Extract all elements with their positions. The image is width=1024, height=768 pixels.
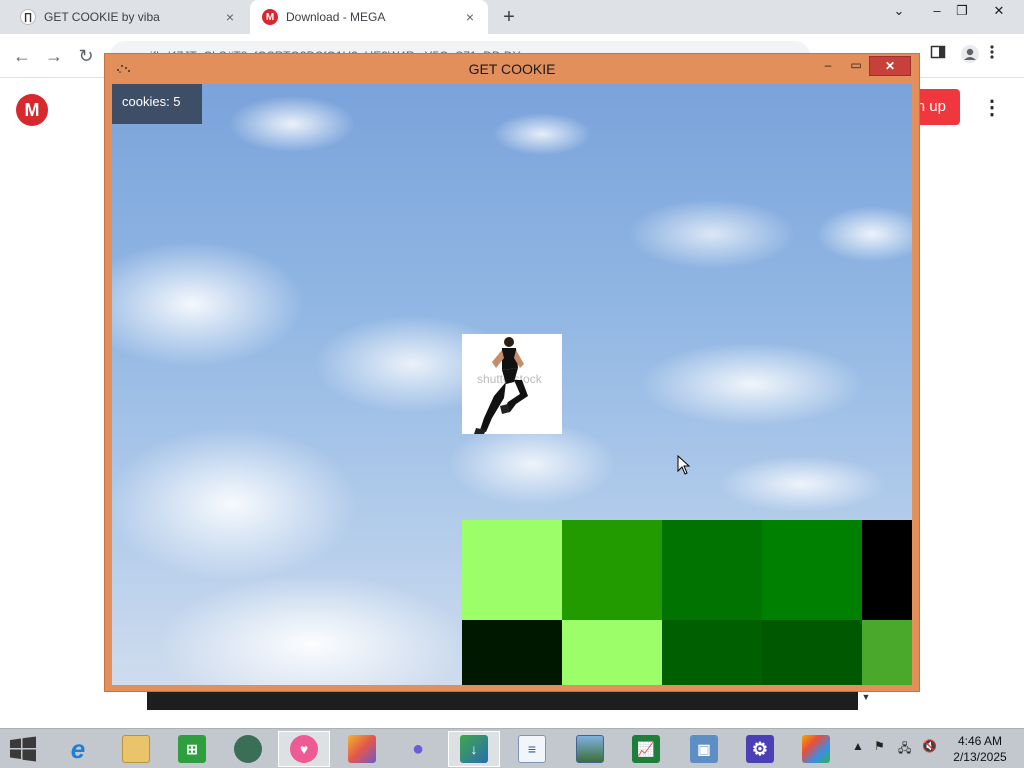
tab-search-icon[interactable]: ⌄ bbox=[882, 0, 916, 24]
game-maximize-button[interactable]: ▭ bbox=[845, 56, 867, 76]
notes-list-icon[interactable]: ≡ bbox=[506, 731, 558, 767]
mega-menu-icon[interactable]: ⋮ bbox=[980, 96, 1004, 120]
game-titlebar[interactable]: GET COOKIE – ▭ ✕ bbox=[105, 54, 919, 84]
side-panel-icon[interactable] bbox=[926, 44, 950, 68]
windows-start-icon[interactable] bbox=[8, 736, 40, 762]
clock-date: 2/13/2025 bbox=[953, 750, 1007, 764]
ground-tile bbox=[462, 620, 562, 685]
back-button[interactable]: ← bbox=[10, 44, 34, 68]
ground-tile bbox=[662, 620, 762, 685]
action-center-flag-icon[interactable]: ⚑ bbox=[874, 739, 885, 753]
network-app-icon[interactable]: ▣ bbox=[678, 731, 730, 767]
mega-logo[interactable]: M bbox=[16, 94, 48, 126]
store-icon[interactable]: ⊞ bbox=[166, 731, 218, 767]
photos-icon[interactable] bbox=[564, 731, 616, 767]
ground-tile bbox=[462, 520, 562, 620]
mouse-cursor-icon bbox=[677, 455, 691, 475]
new-tab-button[interactable]: + bbox=[498, 6, 520, 28]
browser-menu-icon[interactable] bbox=[980, 44, 1004, 68]
clock-time: 4:46 AM bbox=[957, 734, 1003, 748]
tab-title: GET COOKIE by viba bbox=[44, 10, 160, 24]
volume-muted-icon[interactable]: 🔇 bbox=[922, 739, 937, 753]
system-clock[interactable]: 4:46 AM 2/13/2025 bbox=[948, 733, 1012, 765]
tab-title: Download - MEGA bbox=[286, 10, 386, 24]
tab-mega-download[interactable]: M Download - MEGA × bbox=[250, 0, 488, 34]
player-sprite: shutterstock bbox=[462, 334, 562, 434]
download-manager-icon[interactable]: ↓ bbox=[448, 731, 500, 767]
scroll-down-arrow-icon[interactable]: ▼ bbox=[858, 692, 874, 708]
ground-tile bbox=[862, 620, 912, 685]
game-title: GET COOKIE bbox=[468, 61, 556, 77]
taskbar: e ⊞ ♥ ● ↓ ≡ 📈 ▣ ⚙ ▲ ⚑ 🖧 🔇 4:46 AM 2/13/2… bbox=[0, 728, 1024, 768]
game-close-button[interactable]: ✕ bbox=[869, 56, 911, 76]
cookie-counter: cookies: 5 bbox=[112, 84, 202, 124]
butterfly-app-icon[interactable] bbox=[790, 731, 842, 767]
browser-restore-button[interactable]: ❐ bbox=[945, 0, 979, 24]
close-tab-icon[interactable]: × bbox=[220, 9, 240, 25]
heart-app-icon[interactable]: ♥ bbox=[278, 731, 330, 767]
ground-tile bbox=[862, 520, 912, 620]
ground-tile bbox=[762, 620, 862, 685]
close-tab-icon[interactable]: × bbox=[460, 9, 480, 25]
ground-tile bbox=[562, 520, 662, 620]
ground-tile bbox=[562, 620, 662, 685]
game-canvas[interactable]: cookies: 5 shutterstock bbox=[112, 84, 912, 685]
browser-tabstrip: ∏ GET COOKIE by viba × M Download - MEGA… bbox=[0, 0, 1024, 34]
mega-bottom-bar bbox=[147, 690, 858, 710]
mega-favicon-icon: M bbox=[262, 9, 278, 25]
network-status-icon[interactable]: 🖧 bbox=[898, 739, 911, 760]
color-cube-app-icon[interactable] bbox=[336, 731, 388, 767]
forward-button[interactable]: → bbox=[42, 44, 66, 68]
profile-avatar-icon[interactable] bbox=[958, 44, 982, 68]
internet-explorer-icon[interactable]: e bbox=[52, 731, 104, 767]
running-man-icon bbox=[474, 337, 528, 434]
game-minimize-button[interactable]: – bbox=[817, 56, 839, 76]
game-window: GET COOKIE – ▭ ✕ cookies: 5 shutterstock bbox=[104, 53, 920, 692]
settings-gear-icon[interactable]: ⚙ bbox=[734, 731, 786, 767]
reload-button[interactable]: ↻ bbox=[74, 44, 98, 68]
charts-app-icon[interactable]: 📈 bbox=[620, 731, 672, 767]
globe-browser-icon[interactable] bbox=[222, 731, 274, 767]
file-explorer-icon[interactable] bbox=[110, 731, 162, 767]
browser-close-button[interactable]: ✕ bbox=[982, 0, 1016, 24]
ground-tile bbox=[762, 520, 862, 620]
grape-app-icon[interactable]: ● bbox=[392, 731, 444, 767]
tab-get-cookie[interactable]: ∏ GET COOKIE by viba × bbox=[8, 0, 248, 34]
tray-expand-icon[interactable]: ▲ bbox=[852, 739, 864, 753]
viba-favicon-icon: ∏ bbox=[20, 9, 36, 25]
ground-tile bbox=[662, 520, 762, 620]
